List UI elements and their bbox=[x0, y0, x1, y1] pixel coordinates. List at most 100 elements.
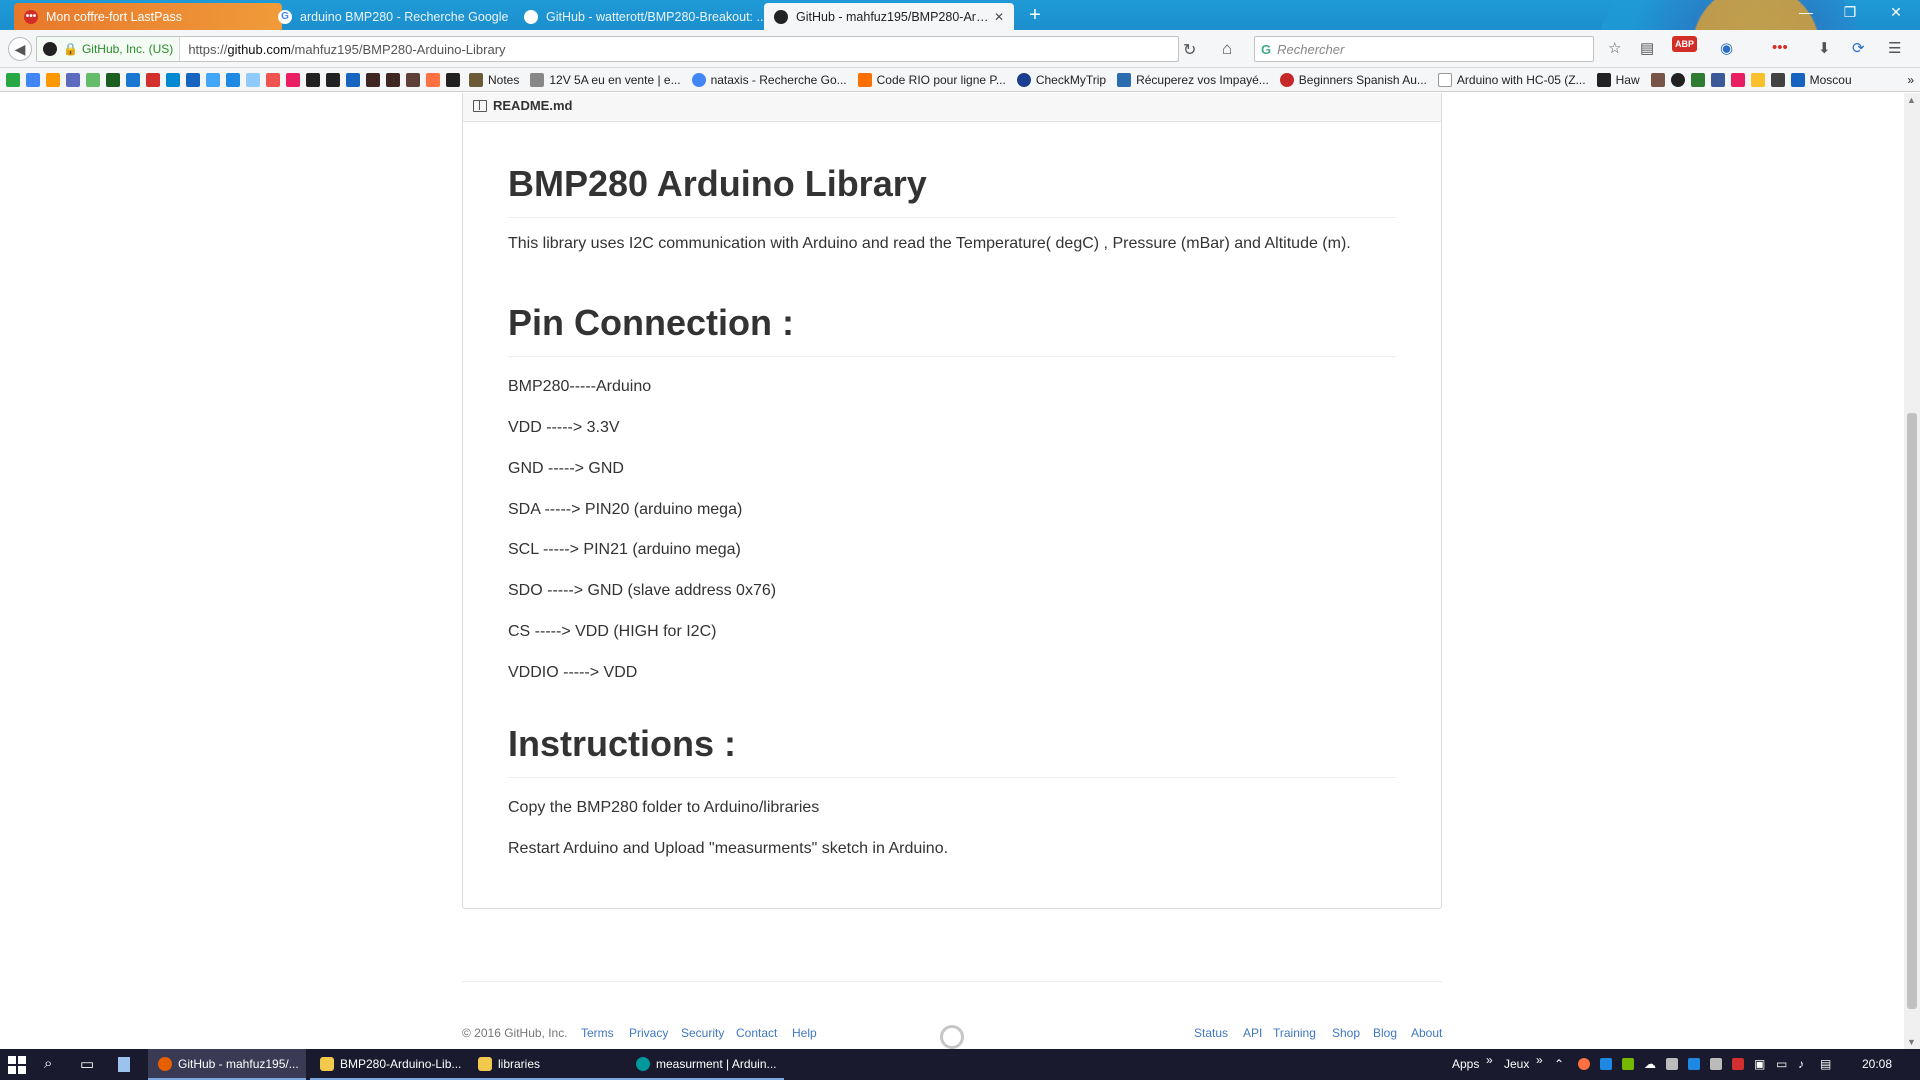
scroll-down-icon[interactable]: ▼ bbox=[1907, 1037, 1916, 1047]
lastpass-extension-icon[interactable]: ••• bbox=[1772, 39, 1788, 56]
bookmark-icon[interactable] bbox=[6, 72, 20, 87]
footer-link-blog[interactable]: Blog bbox=[1373, 1026, 1397, 1040]
back-button[interactable]: ◀ bbox=[8, 37, 32, 61]
bookmark-icon[interactable] bbox=[426, 72, 440, 87]
jeux-toolbar[interactable]: Jeux bbox=[1504, 1057, 1529, 1071]
footer-link-security[interactable]: Security bbox=[681, 1026, 724, 1040]
google-icon[interactable] bbox=[26, 72, 40, 87]
taskbar-item-firefox[interactable]: GitHub - mahfuz195/... bbox=[148, 1049, 306, 1080]
scroll-up-icon[interactable]: ▲ bbox=[1907, 95, 1916, 105]
tab-lastpass[interactable]: ••• Mon coffre-fort LastPass bbox=[14, 3, 282, 30]
bookmark-icon[interactable] bbox=[66, 72, 80, 87]
more-bookmarks-icon[interactable]: » bbox=[1907, 73, 1914, 87]
amazon-icon[interactable] bbox=[306, 72, 320, 87]
notifications-icon[interactable]: ▤ bbox=[1820, 1057, 1831, 1071]
url-bar[interactable]: 🔒 GitHub, Inc. (US) https://github.com/m… bbox=[36, 36, 1179, 62]
url-text[interactable]: https://github.com/mahfuz195/BMP280-Ardu… bbox=[180, 42, 505, 57]
maximize-button[interactable]: ❐ bbox=[1830, 4, 1870, 21]
close-window-button[interactable]: ✕ bbox=[1876, 4, 1916, 21]
tray-app-icon[interactable] bbox=[1710, 1058, 1722, 1070]
gmail-icon[interactable] bbox=[146, 72, 160, 87]
bookmark-icon[interactable] bbox=[86, 72, 100, 87]
footer-link-training[interactable]: Training bbox=[1273, 1026, 1316, 1040]
taskbar-item-libraries[interactable]: libraries bbox=[468, 1049, 626, 1080]
bookmark-icon[interactable] bbox=[1690, 72, 1705, 87]
vertical-scrollbar[interactable]: ▲ ▼ bbox=[1904, 93, 1920, 1049]
sync-icon[interactable]: ⟳ bbox=[1852, 39, 1865, 57]
more-icon[interactable]: » bbox=[1536, 1053, 1543, 1067]
app-icon[interactable] bbox=[118, 1057, 130, 1072]
footer-link-api[interactable]: API bbox=[1243, 1026, 1262, 1040]
reload-icon[interactable]: ↻ bbox=[1183, 40, 1196, 60]
scroll-thumb[interactable] bbox=[1907, 413, 1917, 1009]
downloads-icon[interactable]: ⬇ bbox=[1818, 39, 1831, 57]
menu-icon[interactable]: ☰ bbox=[1888, 39, 1901, 57]
tab-google-search[interactable]: G arduino BMP280 - Recherche Google bbox=[268, 3, 536, 30]
bookmark-icon[interactable] bbox=[366, 72, 380, 87]
outlook-icon[interactable] bbox=[1600, 1058, 1612, 1070]
mail-icon[interactable] bbox=[126, 72, 140, 87]
tab-github-mahfuz195[interactable]: GitHub - mahfuz195/BMP280-Arduino... ✕ bbox=[764, 3, 1014, 30]
facebook-icon[interactable] bbox=[1710, 72, 1725, 87]
bookmark-icon[interactable] bbox=[266, 72, 280, 87]
bookmark-item[interactable]: Beginners Spanish Au... bbox=[1277, 72, 1427, 87]
bookmark-item[interactable]: Notes bbox=[466, 72, 519, 87]
apps-toolbar[interactable]: Apps bbox=[1452, 1057, 1479, 1071]
volume-icon[interactable]: ♪ bbox=[1798, 1057, 1804, 1071]
footer-link-help[interactable]: Help bbox=[792, 1026, 817, 1040]
footer-link-status[interactable]: Status bbox=[1194, 1026, 1228, 1040]
bookmark-item[interactable]: 12V 5A eu en vente | e... bbox=[527, 72, 681, 87]
bookmark-icon[interactable] bbox=[406, 72, 420, 87]
bookmark-icon[interactable] bbox=[46, 72, 60, 87]
taskbar-item-explorer[interactable]: BMP280-Arduino-Lib... bbox=[310, 1049, 468, 1080]
bookmark-item[interactable]: Récuperez vos Impayé... bbox=[1114, 72, 1269, 87]
footer-link-about[interactable]: About bbox=[1411, 1026, 1442, 1040]
monitor-icon[interactable]: ▭ bbox=[1776, 1057, 1787, 1071]
tray-app-icon[interactable] bbox=[1732, 1058, 1744, 1070]
bookmark-icon[interactable] bbox=[1770, 72, 1785, 87]
bookmark-item[interactable]: nataxis - Recherche Go... bbox=[689, 72, 847, 87]
bookmark-icon[interactable] bbox=[346, 72, 360, 87]
cloud-icon[interactable] bbox=[186, 72, 200, 87]
start-button[interactable] bbox=[8, 1056, 26, 1074]
task-view-icon[interactable]: ▭ bbox=[80, 1055, 94, 1073]
github-mark-icon[interactable] bbox=[940, 1025, 964, 1049]
bookmark-item[interactable]: Haw bbox=[1594, 72, 1640, 87]
footer-link-privacy[interactable]: Privacy bbox=[629, 1026, 668, 1040]
new-tab-button[interactable]: + bbox=[1024, 4, 1046, 27]
bookmark-item[interactable]: Code RIO pour ligne P... bbox=[855, 72, 1006, 87]
show-hidden-icons-icon[interactable]: ⌃ bbox=[1554, 1057, 1564, 1071]
bookmark-item[interactable]: Moscou bbox=[1788, 72, 1852, 87]
bookmark-icon[interactable] bbox=[1750, 72, 1765, 87]
bookmark-icon[interactable] bbox=[226, 72, 240, 87]
adblock-icon[interactable]: ABP bbox=[1672, 36, 1698, 52]
footer-link-shop[interactable]: Shop bbox=[1332, 1026, 1360, 1040]
bookmark-icon[interactable] bbox=[166, 72, 180, 87]
more-icon[interactable]: » bbox=[1486, 1053, 1493, 1067]
extension-icon[interactable]: ◉ bbox=[1720, 39, 1733, 57]
amazon-icon[interactable] bbox=[446, 72, 460, 87]
taskbar-item-arduino[interactable]: measurment | Arduin... bbox=[626, 1049, 784, 1080]
site-identity[interactable]: 🔒 GitHub, Inc. (US) bbox=[37, 37, 181, 61]
bookmark-item[interactable]: CheckMyTrip bbox=[1014, 72, 1106, 87]
network-icon[interactable]: ▣ bbox=[1754, 1057, 1765, 1071]
clock[interactable]: 20:08 bbox=[1862, 1057, 1892, 1071]
onedrive-icon[interactable]: ☁ bbox=[1644, 1057, 1656, 1071]
tray-app-icon[interactable] bbox=[1666, 1058, 1678, 1070]
flickr-icon[interactable] bbox=[286, 72, 300, 87]
bookmark-icon[interactable] bbox=[106, 72, 120, 87]
search-input[interactable]: G Rechercher bbox=[1254, 36, 1594, 62]
bookmark-item[interactable]: Arduino with HC-05 (Z... bbox=[1435, 72, 1586, 87]
bookmark-icon[interactable] bbox=[206, 72, 220, 87]
footer-link-terms[interactable]: Terms bbox=[581, 1026, 614, 1040]
bookmark-icon[interactable] bbox=[1730, 72, 1745, 87]
tray-app-icon[interactable] bbox=[1688, 1058, 1700, 1070]
bookmark-icon[interactable] bbox=[1650, 72, 1665, 87]
tab-github-watterott[interactable]: GitHub - watterott/BMP280-Breakout: ... bbox=[514, 3, 782, 30]
tray-app-icon[interactable] bbox=[1578, 1058, 1590, 1070]
bookmark-star-icon[interactable]: ☆ bbox=[1608, 39, 1621, 57]
reading-list-icon[interactable]: ▤ bbox=[1640, 39, 1654, 57]
footer-link-contact[interactable]: Contact bbox=[736, 1026, 777, 1040]
amazon-icon[interactable] bbox=[326, 72, 340, 87]
bookmark-icon[interactable] bbox=[386, 72, 400, 87]
